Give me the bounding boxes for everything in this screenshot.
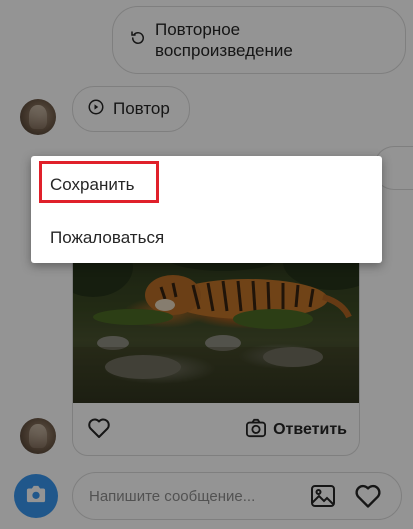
menu-item-save-label: Сохранить	[50, 174, 135, 194]
menu-item-save[interactable]: Сохранить	[31, 158, 382, 211]
context-menu: Сохранить Пожаловаться	[31, 156, 382, 263]
dim-overlay[interactable]	[0, 0, 413, 529]
menu-item-report[interactable]: Пожаловаться	[31, 211, 382, 264]
chat-screen: Повторное воспроизведение Повтор Ответит…	[0, 0, 413, 529]
menu-item-report-label: Пожаловаться	[50, 227, 165, 247]
